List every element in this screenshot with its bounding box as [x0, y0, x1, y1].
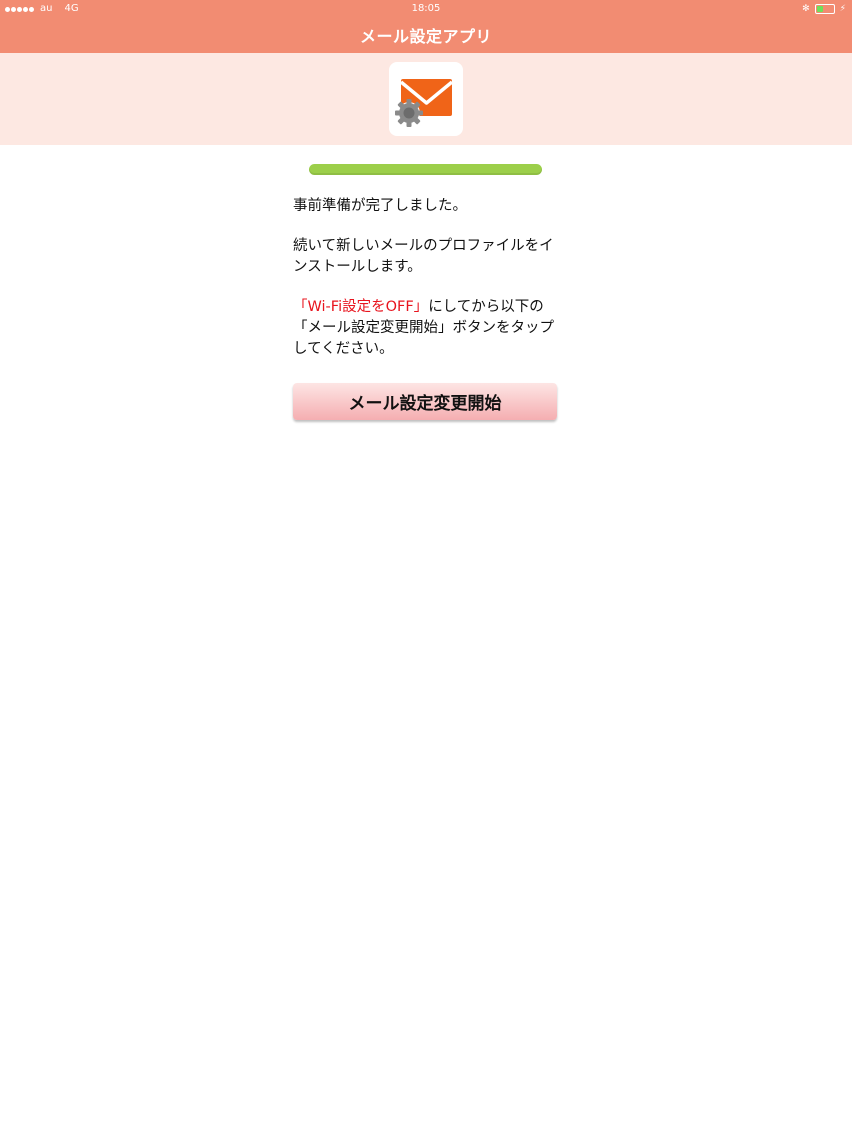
- wifi-instruction: 「Wi-Fi設定をOFF」にしてから以下の「メール設定変更開始」ボタンをタップし…: [293, 297, 568, 360]
- battery-level: [816, 6, 823, 12]
- install-message: 続いて新しいメールのプロファイルをインストールします。: [293, 238, 554, 275]
- gear-icon: [395, 99, 423, 127]
- mail-settings-icon: [389, 62, 463, 136]
- wifi-warning: 「Wi-Fi設定をOFF」: [293, 299, 429, 315]
- bluetooth-icon: ✻: [802, 4, 810, 14]
- battery-icon: [814, 4, 835, 14]
- start-mail-settings-button[interactable]: メール設定変更開始: [293, 383, 557, 420]
- charging-icon: ⚡: [839, 4, 846, 14]
- status-bar: au 4G 18:05 ✻ ⚡: [0, 0, 852, 18]
- page-title: メール設定アプリ: [359, 27, 492, 46]
- navigation-bar: au 4G 18:05 ✻ ⚡ メール設定アプリ: [0, 0, 852, 53]
- status-right: ✻ ⚡: [802, 0, 846, 18]
- status-time: 18:05: [411, 3, 441, 14]
- status-message: 事前準備が完了しました。: [293, 198, 467, 214]
- progress-bar: [309, 164, 542, 175]
- instruction-text: 事前準備が完了しました。 続いて新しいメールのプロファイルをインストールします。…: [293, 196, 568, 379]
